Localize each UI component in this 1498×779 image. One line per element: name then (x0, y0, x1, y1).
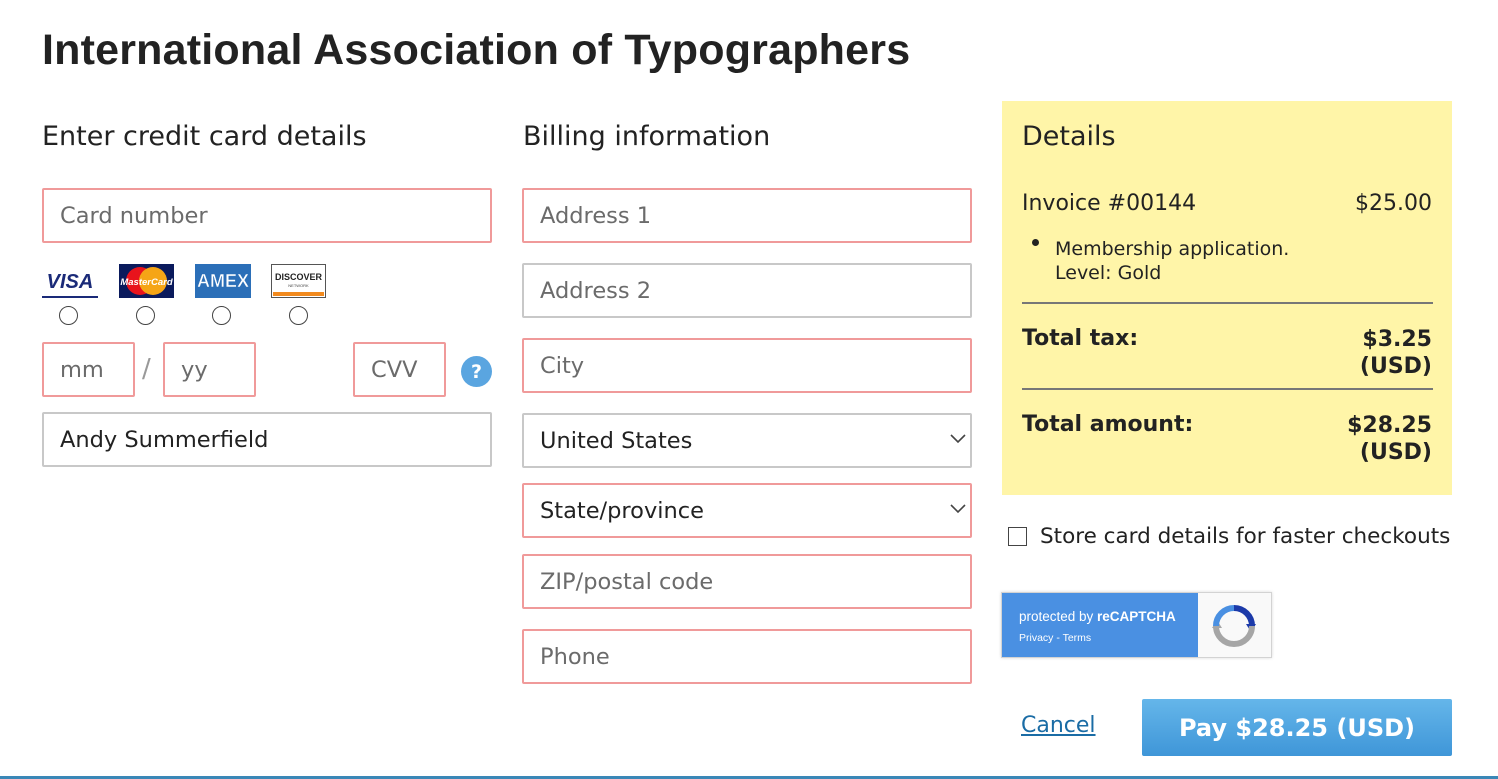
recaptcha-brand: reCAPTCHA (1097, 609, 1176, 624)
invoice-amount: $25.00 (1355, 191, 1432, 216)
recaptcha-links: Privacy - Terms (1019, 632, 1091, 644)
svg-text:MasterCard: MasterCard (120, 277, 172, 288)
zip-input[interactable]: ZIP/postal code (522, 554, 972, 609)
recaptcha-terms-link[interactable]: Terms (1063, 632, 1092, 644)
store-card-checkbox[interactable] (1008, 527, 1027, 546)
city-input[interactable]: City (522, 338, 972, 393)
cvv-help-icon[interactable]: ? (461, 356, 492, 387)
expiry-year-input[interactable]: yy (163, 342, 256, 397)
mastercard-logo: MasterCard (119, 264, 174, 298)
store-card-label[interactable]: Store card details for faster checkouts (1040, 524, 1450, 549)
invoice-label: Invoice #00144 (1022, 191, 1197, 216)
card-section-heading: Enter credit card details (42, 121, 367, 152)
total-amount-number: $28.25 (1347, 413, 1432, 438)
visa-radio[interactable] (59, 306, 78, 325)
country-select-value: United States (540, 427, 693, 454)
cardholder-name-input[interactable]: Andy Summerfield (42, 412, 492, 467)
svg-text:AMEX: AMEX (197, 271, 249, 291)
tax-value: $3.25 (USD) (1360, 326, 1432, 380)
recaptcha-privacy-link[interactable]: Privacy (1019, 632, 1053, 644)
svg-text:VISA: VISA (47, 271, 94, 293)
chevron-down-icon (950, 504, 966, 514)
visa-logo: VISA (42, 264, 98, 298)
total-amount-label: Total amount: (1022, 412, 1194, 437)
tax-value-currency: (USD) (1359, 354, 1432, 379)
amex-radio[interactable] (212, 306, 231, 325)
country-select[interactable]: United States (522, 413, 972, 468)
page-title: International Association of Typographer… (42, 26, 911, 74)
mastercard-radio[interactable] (136, 306, 155, 325)
total-amount-value: $28.25 (USD) (1347, 412, 1432, 466)
svg-text:NETWORK: NETWORK (288, 283, 309, 288)
billing-section-heading: Billing information (523, 121, 771, 152)
details-heading: Details (1022, 121, 1116, 152)
recaptcha-info: protected by reCAPTCHA Privacy - Terms (1002, 593, 1198, 657)
total-amount-currency: (USD) (1359, 440, 1432, 465)
divider (1022, 388, 1433, 390)
svg-text:DISCOVER: DISCOVER (275, 272, 323, 282)
recaptcha-badge[interactable]: protected by reCAPTCHA Privacy - Terms (1001, 592, 1272, 658)
phone-input[interactable]: Phone (522, 629, 972, 684)
recaptcha-icon (1212, 605, 1256, 647)
store-card-row[interactable]: Store card details for faster checkouts (1008, 524, 1450, 549)
discover-logo: DISCOVER NETWORK (271, 264, 326, 298)
invoice-item-description: Membership application. Level: Gold (1055, 238, 1290, 284)
tax-label: Total tax: (1022, 326, 1139, 351)
recaptcha-links-separator: - (1053, 632, 1063, 644)
state-select[interactable]: State/province (522, 483, 972, 538)
state-select-value: State/province (540, 497, 704, 524)
address1-input[interactable]: Address 1 (522, 188, 972, 243)
pay-button[interactable]: Pay $28.25 (USD) (1142, 699, 1452, 756)
cvv-input[interactable]: CVV (353, 342, 446, 397)
expiry-separator: / (142, 354, 151, 384)
card-number-input[interactable]: Card number (42, 188, 492, 243)
amex-logo: AMEX (195, 264, 251, 298)
expiry-month-input[interactable]: mm (42, 342, 135, 397)
divider (1022, 302, 1433, 304)
recaptcha-protected-text: protected by reCAPTCHA (1019, 609, 1176, 624)
tax-value-amount: $3.25 (1362, 327, 1432, 352)
bullet-icon (1032, 239, 1039, 246)
recaptcha-prefix: protected by (1019, 609, 1098, 624)
discover-radio[interactable] (289, 306, 308, 325)
details-panel: Details Invoice #00144 $25.00 Membership… (1002, 101, 1452, 495)
cancel-link[interactable]: Cancel (1021, 713, 1096, 738)
address2-input[interactable]: Address 2 (522, 263, 972, 318)
chevron-down-icon (950, 434, 966, 444)
